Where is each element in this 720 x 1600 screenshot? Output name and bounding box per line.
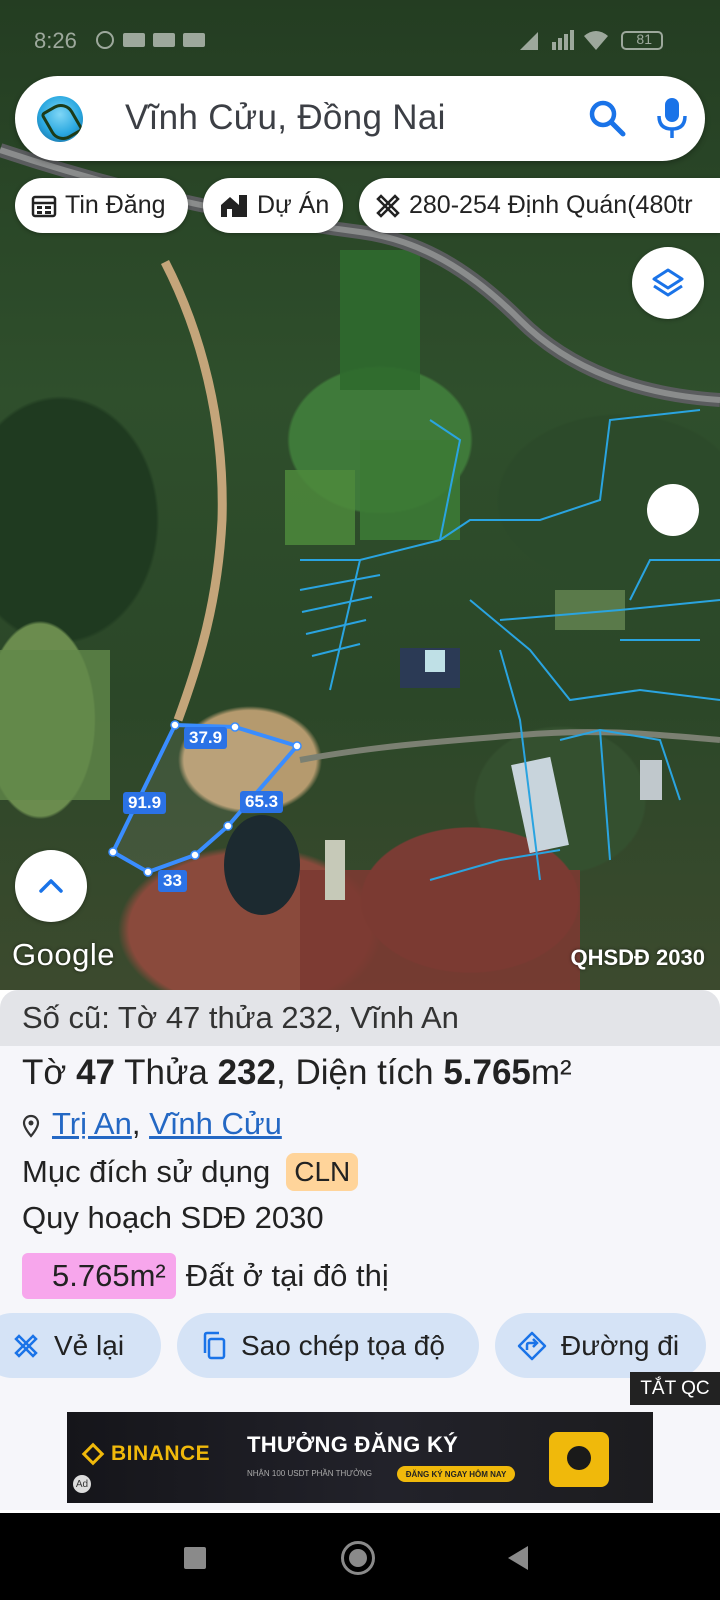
notification-icons: [96, 31, 205, 49]
building-icon: [221, 194, 247, 217]
chip-label: 280-254 Định Quán(480tr: [409, 191, 693, 219]
ad-headline: THƯỞNG ĐĂNG KÝ: [247, 1432, 459, 1457]
copy-icon: [203, 1331, 226, 1359]
field: [340, 250, 420, 390]
plan-area-badge: 5.765m²: [22, 1253, 176, 1299]
close-ad-button[interactable]: TẮT QC: [630, 1372, 720, 1405]
building: [640, 760, 662, 800]
chip-tin-dang[interactable]: Tin Đăng: [15, 178, 188, 233]
system-nav-bar: [0, 1513, 720, 1600]
ad-banner[interactable]: BINANCE THƯỞNG ĐĂNG KÝ NHẬN 100 USDT PHẦ…: [67, 1412, 653, 1503]
redraw-button[interactable]: Vẻ lại: [0, 1313, 161, 1378]
search-location[interactable]: Vĩnh Cửu, Đồng Nai: [125, 98, 446, 138]
ad-subtext: NHẬN 100 USDT PHẦN THƯỞNG: [247, 1469, 372, 1478]
chip-label: Tin Đăng: [65, 191, 166, 219]
layers-button[interactable]: [632, 247, 704, 319]
field: [285, 470, 355, 545]
dirt-road: [160, 259, 227, 722]
redraw-icon: [14, 1333, 38, 1358]
building: [425, 650, 445, 672]
chevron-up-icon: [39, 879, 63, 893]
road: [299, 729, 720, 763]
directions-icon: [517, 1331, 547, 1360]
ruler-icon: [376, 193, 400, 218]
binance-logo-icon: [81, 1442, 105, 1466]
directions-label: Đường đi: [561, 1329, 680, 1361]
parcel-summary: Tờ 47 Thửa 232, Diện tích 5.765m²: [22, 1053, 572, 1093]
parcel-address: Trị An, Vĩnh Cửu: [22, 1106, 282, 1142]
recents-icon[interactable]: [184, 1547, 206, 1569]
area-label: , Diện tích: [276, 1053, 434, 1092]
field: [0, 650, 110, 800]
area-unit: m²: [530, 1053, 572, 1092]
ad-brand-text: BINANCE: [111, 1442, 211, 1465]
wallet-icon: [549, 1432, 609, 1487]
ward-link[interactable]: Trị An: [52, 1106, 132, 1141]
chip-du-an[interactable]: Dự Án: [203, 178, 343, 233]
location-pin-icon: [22, 1114, 40, 1138]
sheet-number: 47: [76, 1053, 116, 1092]
search-bar[interactable]: Vĩnh Cửu, Đồng Nai: [15, 76, 705, 161]
satellite-map[interactable]: 37.9 91.9 65.3 33 8:26 81 Vĩnh Cửu, Đồng…: [0, 0, 720, 990]
status-time: 8:26: [34, 28, 77, 53]
purpose-label: Mục đích sử dụng: [22, 1154, 271, 1189]
old-parcel-number: Số cũ: Tờ 47 thửa 232, Vĩnh An: [0, 990, 720, 1046]
search-icon[interactable]: [587, 98, 627, 138]
expand-up-button[interactable]: [15, 850, 87, 922]
field: [360, 440, 460, 540]
area-value: 5.765: [443, 1053, 531, 1092]
copy-coordinates-label: Sao chép tọa độ: [241, 1329, 445, 1361]
home-icon[interactable]: [341, 1541, 375, 1575]
chip-label: Dự Án: [257, 191, 330, 219]
building: [325, 840, 345, 900]
battery-level: 81: [636, 31, 652, 47]
edge-length-label: 65.3: [240, 791, 284, 813]
edge-length-label: 91.9: [123, 792, 167, 814]
district-link[interactable]: Vĩnh Cửu: [149, 1106, 282, 1141]
calendar-icon: [31, 195, 57, 217]
edge-length-label: 37.9: [184, 727, 228, 749]
microphone-icon[interactable]: [655, 96, 689, 140]
redraw-label: Vẻ lại: [54, 1329, 125, 1361]
plan-label: Quy hoạch SDĐ 2030: [22, 1200, 324, 1235]
plot-label: Thửa: [124, 1053, 208, 1092]
edge-length-label: 33: [158, 870, 187, 892]
layers-icon: [652, 268, 684, 297]
ad-brand: BINANCE: [81, 1442, 211, 1466]
status-bar: 8:26 81: [0, 0, 720, 78]
purpose-badge: CLN: [286, 1153, 359, 1191]
building: [511, 756, 569, 854]
map-handle[interactable]: [647, 484, 699, 536]
chip-measurement[interactable]: 280-254 Định Quán(480tr: [359, 178, 720, 233]
app-logo-icon: [37, 96, 83, 142]
copy-coordinates-button[interactable]: Sao chép tọa độ: [177, 1313, 479, 1378]
sheet-label: Tờ: [22, 1053, 67, 1092]
plan-land-type: Đất ở tại đô thị: [185, 1258, 389, 1293]
plot-number: 232: [217, 1053, 276, 1092]
address-separator: ,: [131, 1106, 150, 1141]
back-icon[interactable]: [508, 1546, 528, 1570]
plan-area-row: 5.765m² Đất ở tại đô thị: [22, 1253, 389, 1299]
ad-cta[interactable]: ĐĂNG KÝ NGAY HÔM NAY: [397, 1466, 515, 1482]
land-use-purpose: Mục đích sử dụng CLN: [22, 1153, 359, 1191]
map-layer-label: QHSDĐ 2030: [570, 945, 705, 970]
pond: [224, 815, 300, 915]
directions-button[interactable]: Đường đi: [495, 1313, 706, 1378]
google-logo: Google: [12, 937, 115, 972]
ad-badge: Ad: [73, 1475, 91, 1493]
